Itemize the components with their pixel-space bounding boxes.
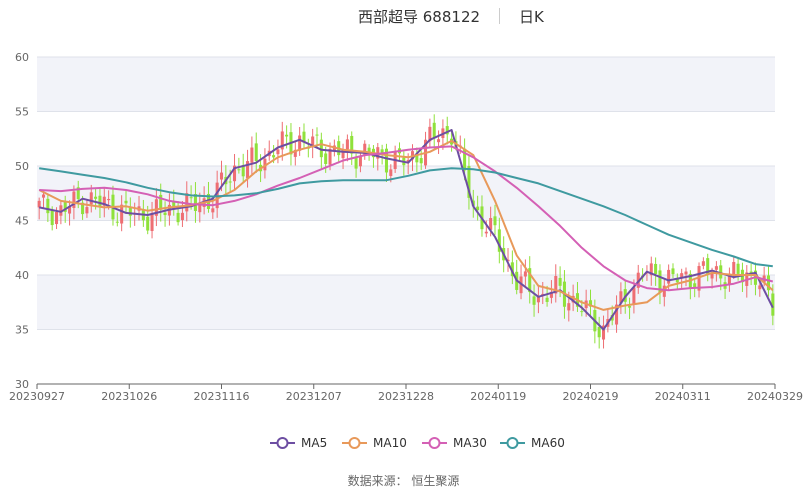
candle-body: [89, 192, 93, 205]
candle-body: [180, 212, 184, 221]
candle-body: [419, 158, 423, 164]
candle-body: [437, 139, 441, 143]
candle-body: [254, 143, 258, 162]
candle-body: [358, 156, 362, 167]
candle-body: [198, 204, 202, 213]
x-tick-label: 20240311: [655, 390, 711, 403]
candle-body: [211, 208, 215, 213]
candle-body: [628, 306, 632, 308]
candle-body: [85, 207, 89, 214]
x-tick-label: 20240329: [747, 390, 803, 403]
candle-body: [684, 271, 688, 275]
y-tick-label: 50: [15, 160, 29, 173]
data-source: 数据来源： 恒生聚源: [347, 474, 460, 488]
candle-body: [50, 210, 54, 226]
candle-body: [532, 296, 536, 305]
candle-body: [163, 212, 167, 216]
candle-body: [285, 134, 289, 137]
y-tick-label: 60: [15, 51, 29, 64]
candle-body: [55, 211, 59, 225]
candle-body: [98, 195, 102, 207]
candle-body: [580, 311, 584, 313]
candle-body: [128, 207, 132, 216]
candle-body: [671, 268, 675, 275]
candle-body: [189, 197, 193, 199]
legend-label: MA5: [301, 436, 327, 450]
candle-body: [324, 153, 328, 165]
candle-body: [567, 303, 571, 311]
candle-body: [94, 196, 98, 199]
candle-body: [389, 169, 393, 176]
candle-body: [714, 266, 718, 270]
legend-item-ma60: MA60: [500, 436, 565, 450]
candle-body: [558, 277, 562, 286]
x-tick-label: 20240219: [563, 390, 619, 403]
candle-body: [46, 198, 50, 214]
candle-body: [597, 327, 601, 338]
candle-body: [115, 221, 119, 223]
candle-body: [693, 283, 697, 288]
candle-body: [345, 139, 349, 150]
candle-body: [632, 287, 636, 305]
legend-item-ma5: MA5: [270, 436, 327, 450]
plot-grid: 6055504540353020230927 20231026 20231116 20…: [9, 51, 803, 403]
candle-body: [237, 169, 241, 171]
legend-marker: [348, 437, 361, 449]
legend-item-ma30: MA30: [422, 436, 487, 450]
candle-body: [107, 198, 111, 201]
x-tick-label: 20231116: [194, 390, 250, 403]
candle-body: [523, 271, 527, 277]
x-tick-label: 20231026: [101, 390, 157, 403]
candle-body: [276, 149, 280, 155]
y-tick-label: 40: [15, 269, 29, 282]
x-tick-label: 20231207: [286, 390, 342, 403]
candle-body: [41, 194, 46, 198]
y-tick-label: 45: [15, 215, 29, 228]
legend: MA5 MA10 MA30 MA60: [270, 436, 565, 450]
grid-band: [37, 57, 775, 112]
candle-body: [124, 200, 128, 204]
y-tick-label: 35: [15, 324, 29, 337]
candle-body: [146, 216, 150, 231]
legend-marker: [276, 437, 289, 449]
candle-body: [701, 261, 705, 266]
candle-body: [758, 285, 762, 290]
candle-body: [493, 216, 497, 226]
legend-marker: [428, 437, 441, 449]
x-tick-label: 20230927: [9, 390, 65, 403]
candle-body: [250, 147, 254, 163]
candle-body: [228, 181, 232, 183]
legend-label: MA30: [453, 436, 487, 450]
candle-body: [432, 122, 436, 139]
legend-label: MA60: [531, 436, 565, 450]
x-tick-label: 20231228: [378, 390, 434, 403]
candle-body: [150, 212, 154, 232]
candle-body: [176, 212, 180, 223]
candlestick-chart: 6055504540353020230927 20231026 20231116 20…: [9, 51, 803, 450]
candle-body: [484, 231, 488, 234]
y-tick-label: 55: [15, 106, 29, 119]
legend-item-ma10: MA10: [342, 436, 407, 450]
candle-body: [219, 172, 224, 180]
candle-body: [354, 157, 358, 169]
candle-body: [732, 261, 736, 276]
candle-body: [272, 155, 276, 158]
candle-body: [736, 263, 740, 274]
candle-body: [654, 263, 658, 274]
candle-body: [667, 269, 671, 284]
candle-body: [545, 297, 549, 302]
legend-marker: [506, 437, 519, 449]
candle-body: [37, 200, 41, 208]
x-tick-label: 20240119: [470, 390, 526, 403]
candle-body: [315, 134, 319, 136]
legend-label: MA10: [373, 436, 407, 450]
